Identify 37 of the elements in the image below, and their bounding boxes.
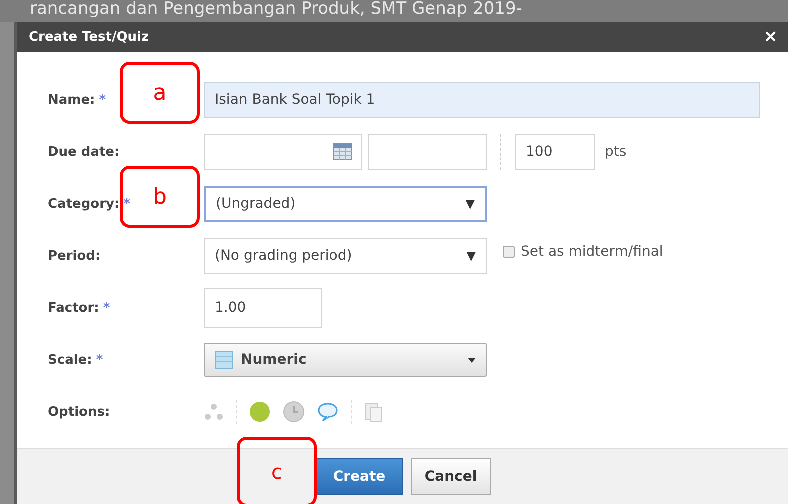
category-select[interactable]: (Ungraded) ▼ [204,186,487,222]
background-page-title: rancangan dan Pengembangan Produk, SMT Genap 2019- [0,0,788,22]
required-asterisk: * [96,352,104,368]
required-asterisk: * [103,300,110,316]
calendar-icon[interactable] [333,143,353,161]
clipboard-icon[interactable] [364,401,384,423]
cancel-button[interactable]: Cancel [411,458,491,495]
time-input[interactable] [368,134,487,170]
field-label: Options: [48,404,110,420]
speech-bubble-icon[interactable] [317,402,339,422]
checkbox-label: Set as midterm/final [521,244,664,260]
field-label: Category: [48,196,120,212]
close-button[interactable]: × [764,27,778,47]
circle-icon[interactable] [249,401,271,423]
period-select[interactable]: (No grading period) ▼ [204,238,487,274]
midterm-checkbox[interactable] [503,246,515,258]
points-unit: pts [605,144,627,160]
clock-icon[interactable] [283,401,305,423]
dialog-title: Create Test/Quiz [29,30,150,44]
field-label: Period: [48,248,101,264]
field-label: Due date: [48,144,120,160]
table-icon [215,351,233,369]
create-button[interactable]: Create [316,458,403,495]
date-input[interactable] [204,134,362,170]
scale-dropdown[interactable]: Numeric [204,343,487,377]
caret-icon [468,358,476,362]
points-input[interactable]: 100 [515,134,595,170]
field-label: Factor: [48,300,100,316]
field-label: Name: [48,92,96,108]
name-input[interactable]: Isian Bank Soal Topik 1 [204,82,760,118]
field-label: Scale: [48,352,92,368]
dots-icon[interactable] [204,403,224,421]
annotation-callout: a [120,62,200,124]
required-asterisk: * [124,196,130,212]
required-asterisk: * [99,92,106,108]
factor-input[interactable]: 1.00 [204,288,322,328]
annotation-callout: c [237,437,317,504]
